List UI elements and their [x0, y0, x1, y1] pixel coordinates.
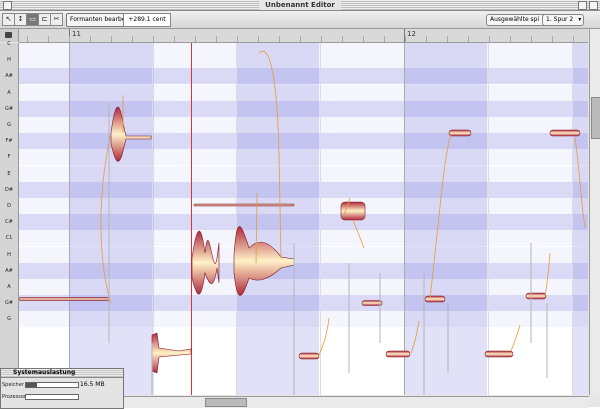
ruler-tick [153, 36, 154, 42]
pitch-label: D [7, 203, 11, 209]
pitch-curve [410, 320, 420, 354]
ruler-tick [216, 36, 217, 42]
memory-meter [25, 382, 79, 388]
note-blob-shape [233, 226, 295, 296]
note-blob[interactable] [340, 201, 366, 221]
note-blob[interactable] [448, 129, 472, 137]
ruler-tick [468, 36, 469, 42]
pitch-curve [510, 324, 521, 352]
pitch-label: A [7, 89, 11, 96]
ruler-tick [195, 36, 196, 42]
ruler-tick [426, 36, 427, 42]
pitch-label: G# [4, 105, 14, 112]
pitch-label: G [7, 316, 11, 323]
note-blob-shape [191, 230, 220, 295]
ruler-tick [489, 36, 490, 42]
ruler-tick [174, 36, 175, 42]
ruler-tick [111, 36, 112, 42]
pitch-label: F [7, 154, 11, 161]
zoom-box[interactable] [578, 1, 587, 10]
ruler-tick [321, 36, 322, 42]
ruler-tick [279, 36, 280, 42]
editor-window: Unbenannt Editor ↖ ↕ ▭ ⊏ ✂ ↔ Formanten b… [0, 0, 600, 409]
pitch-curve [318, 317, 330, 356]
horizontal-scroll-thumb[interactable] [205, 398, 247, 407]
ruler-tick [237, 36, 238, 42]
processor-label: Prozessor [2, 394, 26, 400]
ruler-tick [48, 36, 49, 42]
track-dropdown[interactable]: 1. Spur 2 [542, 14, 585, 26]
memory-value: 16.5 MB [80, 381, 105, 388]
pitch-label: G [7, 122, 11, 128]
note-blob[interactable] [525, 292, 547, 300]
pitch-ruler[interactable]: C H A# A G# G F# F E D# D C# C1 H A# A G# G [0, 41, 19, 395]
pitch-label: H [7, 57, 11, 64]
ruler-tick [342, 36, 343, 42]
note-blob[interactable] [298, 352, 320, 360]
pitch-label: G# [4, 300, 14, 307]
pitch-label: D# [4, 186, 14, 193]
note-blob-shape [151, 332, 192, 374]
ruler-tick [405, 36, 406, 42]
pitch-label: C [7, 41, 11, 47]
note-blobs[interactable] [19, 43, 588, 395]
offset-value-field[interactable]: +289.1 cent [123, 13, 171, 27]
pitch-label: A [7, 284, 11, 290]
system-monitor-panel: Systemauslastung Speicher 16.5 MB Prozes… [0, 368, 124, 409]
ruler-tick [573, 36, 574, 42]
note-blob[interactable] [19, 297, 110, 301]
pitch-label: C1 [5, 235, 13, 242]
ruler-tick [69, 36, 70, 42]
title-bar[interactable]: Unbenannt Editor [0, 0, 600, 11]
vertical-scroll-thumb[interactable] [591, 97, 600, 139]
note-editor-grid[interactable] [19, 43, 588, 395]
ruler-tick [90, 36, 91, 42]
time-ruler[interactable]: 11 12 [19, 29, 588, 43]
note-blob[interactable] [484, 350, 514, 358]
ruler-tick [132, 36, 133, 42]
bar-marker-11: 11 [69, 29, 81, 42]
pitch-label: A# [5, 73, 13, 80]
ruler-tick [531, 36, 532, 42]
memory-meter-fill [26, 383, 38, 387]
pitch-curve [574, 137, 586, 229]
ruler-tick [510, 36, 511, 42]
ruler-tick [447, 36, 448, 42]
ruler-tick [300, 36, 301, 42]
pitch-curve [544, 252, 551, 298]
ruler-tick [384, 36, 385, 42]
ruler-tick [27, 36, 28, 42]
split-tool-icon[interactable]: ✂ [50, 13, 63, 26]
system-monitor-title[interactable]: Systemauslastung [1, 369, 123, 378]
pitch-label: F# [5, 138, 13, 145]
pitch-label: A# [5, 267, 13, 274]
pitch-label: C# [5, 219, 13, 226]
speaker-icon[interactable] [5, 32, 12, 38]
ruler-tick [363, 36, 364, 42]
horizontal-scrollbar[interactable] [123, 396, 589, 408]
note-blob[interactable] [424, 295, 446, 303]
pitch-label: H [7, 251, 11, 258]
window-title: Unbenannt Editor [259, 0, 341, 10]
note-blob-shape [110, 106, 152, 162]
note-blob[interactable] [385, 350, 411, 358]
toolbar: ↖ ↕ ▭ ⊏ ✂ ↔ Formanten bearbeiten +289.1 … [0, 11, 600, 29]
selection-dropdown[interactable]: Ausgewählte spi [486, 14, 551, 26]
pitch-label: E [7, 170, 11, 177]
note-blob[interactable] [193, 203, 295, 207]
note-blob[interactable] [361, 300, 383, 306]
pitch-curve [258, 50, 282, 259]
ruler-tick [258, 36, 259, 42]
ruler-tick [552, 36, 553, 42]
pitch-curve [429, 134, 452, 299]
note-blob[interactable] [549, 129, 581, 137]
collapse-box[interactable] [589, 1, 598, 10]
processor-meter [25, 394, 79, 400]
vertical-scrollbar[interactable] [589, 29, 600, 395]
memory-label: Speicher [2, 382, 24, 388]
close-box[interactable] [3, 1, 12, 10]
